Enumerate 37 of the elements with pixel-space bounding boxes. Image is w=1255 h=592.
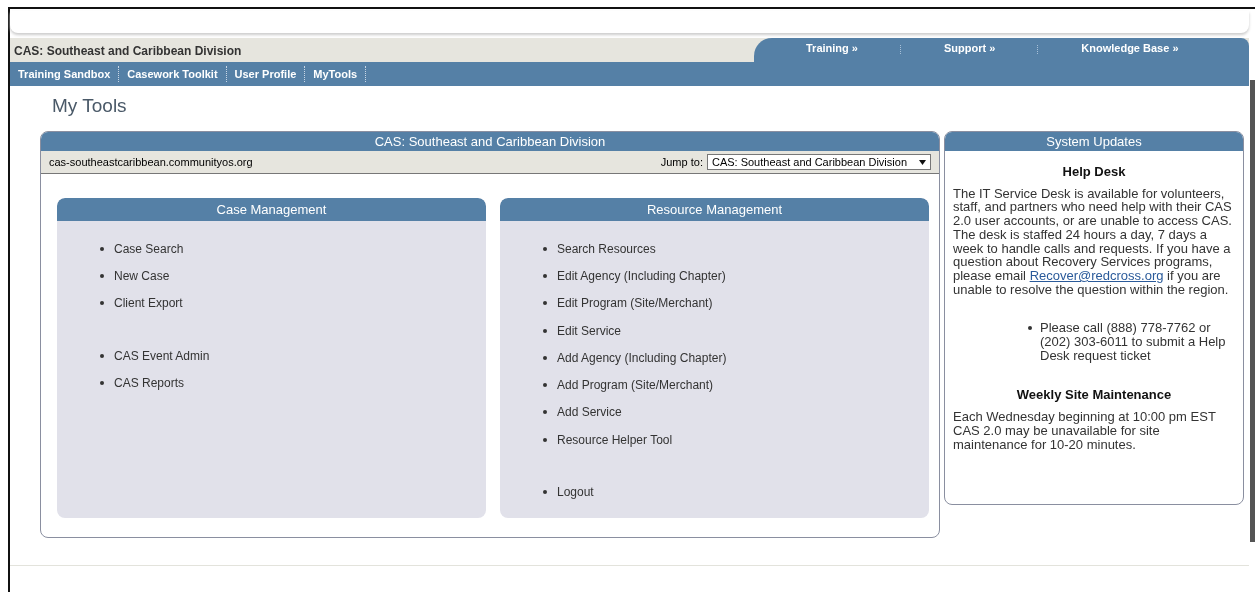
section-heading: Help Desk bbox=[1061, 165, 1127, 179]
top-link[interactable]: Training » bbox=[806, 42, 858, 54]
tool-link[interactable]: Edit Agency (Including Chapter) bbox=[557, 268, 726, 283]
tool-link[interactable]: Client Export bbox=[114, 296, 183, 311]
dropdown-arrow-icon bbox=[919, 159, 926, 165]
site-title: CAS: Southeast and Caribbean Division bbox=[13, 43, 243, 60]
tool-link[interactable]: Edit Program (Site/Merchant) bbox=[557, 296, 713, 311]
tool-link[interactable]: Add Program (Site/Merchant) bbox=[557, 378, 714, 393]
help-paragraph: The IT Service Desk is available for volunteers, staff, and partners who need help with their CAS 2.0 user accounts, or are unable to access CAS. The desk is staffed 24 hours a day, 7 days a week to handle calls and requests. If you have a question about Recovery Services programs, please email Recover@redcross.org if you are unable to resolve the question within the region. bbox=[953, 186, 1233, 297]
nav-link[interactable]: Training Sandbox bbox=[10, 66, 120, 82]
jump-dropdown[interactable]: CAS: Southeast and Caribbean Division bbox=[706, 154, 931, 170]
nav-link[interactable]: Casework Toolkit bbox=[119, 66, 227, 82]
section-header: Resource Management bbox=[500, 198, 929, 221]
top-link[interactable]: Knowledge Base » bbox=[1081, 42, 1179, 54]
top-link[interactable]: Support » bbox=[943, 42, 996, 54]
tool-link[interactable]: New Case bbox=[114, 268, 170, 283]
tool-link[interactable]: CAS Reports bbox=[114, 375, 185, 390]
section-heading: Weekly Site Maintenance bbox=[1015, 388, 1173, 403]
panel-header: System Updates bbox=[945, 132, 1243, 151]
help-bullet: Please call (888) 778-7762 or (202) 303-6011 to submit a Help Desk request ticket bbox=[1040, 321, 1227, 363]
site-address: cas-southeastcaribbean.communityos.org bbox=[49, 156, 253, 168]
page-title: My Tools bbox=[52, 95, 128, 118]
jump-label: Jump to: bbox=[660, 156, 703, 168]
tool-link[interactable]: Case Search bbox=[114, 241, 184, 256]
section-header: Case Management bbox=[57, 198, 486, 221]
tool-link[interactable]: Resource Helper Tool bbox=[557, 432, 673, 447]
maintenance-paragraph: Each Wednesday beginning at 10:00 pm EST CAS 2.0 may be unavailable for site maintenance for 10-20 minutes. bbox=[953, 410, 1217, 452]
tool-link[interactable]: Add Agency (Including Chapter) bbox=[557, 350, 727, 365]
tool-link[interactable]: Logout bbox=[557, 485, 594, 499]
nav-link[interactable]: MyTools bbox=[305, 66, 367, 82]
tool-link[interactable]: Edit Service bbox=[557, 323, 622, 338]
tool-link[interactable]: Add Service bbox=[557, 405, 622, 420]
nav-link[interactable]: User Profile bbox=[226, 66, 306, 82]
panel-header: CAS: Southeast and Caribbean Division bbox=[41, 132, 939, 151]
scrollbar[interactable] bbox=[1250, 80, 1255, 542]
tool-link[interactable]: Search Resources bbox=[557, 241, 656, 256]
tool-link[interactable]: CAS Event Admin bbox=[114, 348, 210, 363]
